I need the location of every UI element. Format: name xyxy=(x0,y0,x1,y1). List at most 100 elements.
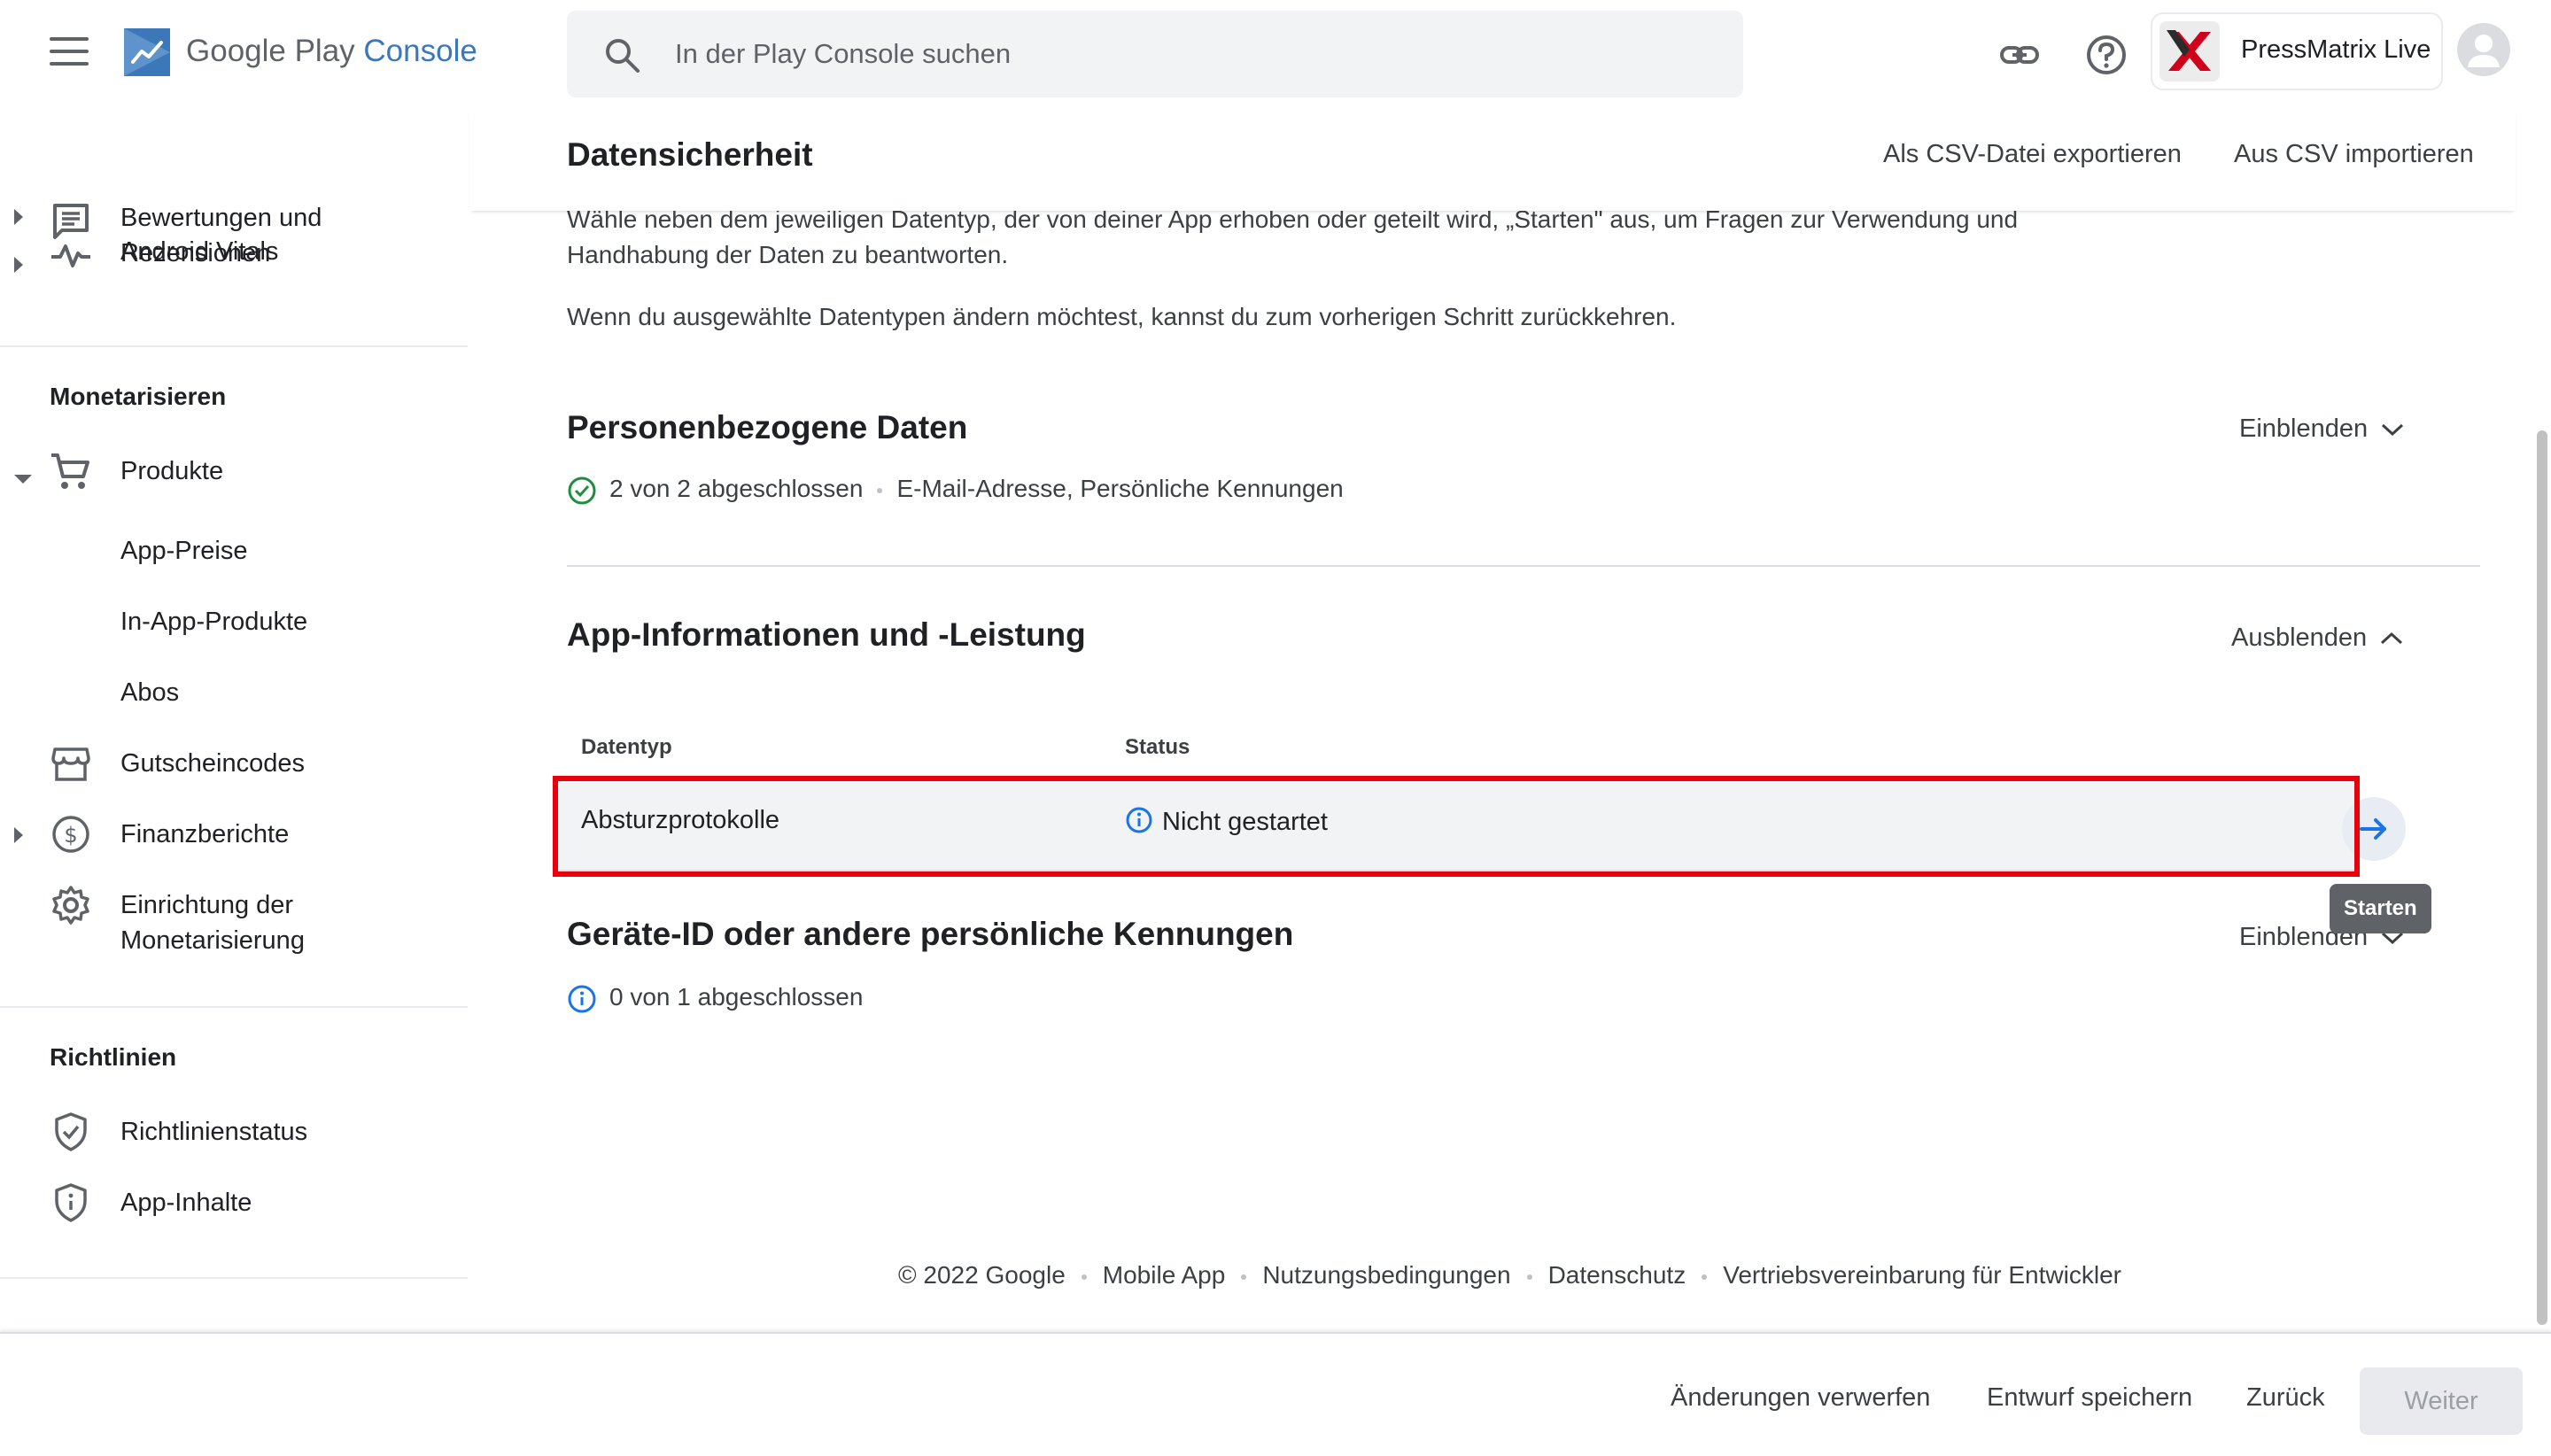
chevron-down-icon xyxy=(2382,424,2404,437)
collapse-app-info-button[interactable]: Ausblenden xyxy=(2231,623,2404,653)
sidebar-subitem-in-app-products[interactable]: In-App-Produkte xyxy=(120,608,307,637)
footer-link-developer-agreement[interactable]: Vertriebsvereinbarung für Entwickler xyxy=(1723,1261,2121,1289)
sidebar-item-label: Richtlinienstatus xyxy=(120,1118,308,1146)
search-icon[interactable] xyxy=(602,35,641,74)
person-icon xyxy=(2468,35,2500,67)
section-heading-policies: Richtlinien xyxy=(50,1043,177,1071)
separator-dot xyxy=(1702,1274,1708,1280)
intro-back-hint: Wenn du ausgewählte Datentypen ändern mö… xyxy=(567,303,1677,330)
link-icon[interactable] xyxy=(1997,32,2043,78)
group-title-app-info: App-Informationen und -Leistung xyxy=(567,616,1086,653)
start-button[interactable] xyxy=(2342,797,2406,861)
sidebar-subitem-subscriptions[interactable]: Abos xyxy=(120,678,179,708)
copyright-text: © 2022 Google xyxy=(898,1261,1066,1289)
check-circle-icon xyxy=(568,476,596,505)
top-app-bar: Google Play Console PressMatrix Live xyxy=(0,0,2551,110)
svg-text:$: $ xyxy=(64,823,77,848)
next-button[interactable]: Weiter xyxy=(2360,1367,2523,1435)
app-logo xyxy=(2159,21,2220,81)
bottom-action-bar: Änderungen verwerfen Entwurf speichern Z… xyxy=(0,1332,2551,1456)
sidebar-divider xyxy=(0,345,468,347)
expand-caret-icon[interactable] xyxy=(14,827,23,843)
search-bar[interactable] xyxy=(567,11,1743,97)
intro-text: Wähle neben dem jeweiligen Datentyp, der… xyxy=(567,205,2019,268)
start-tooltip: Starten xyxy=(2330,884,2431,933)
sidebar-item-monetization-setup[interactable]: Einrichtung der Monetarisierung xyxy=(0,880,469,960)
sidebar-item-label: Android Vitals xyxy=(120,237,279,266)
data-types-text: E-Mail-Adresse, Persönliche Kennungen xyxy=(896,475,1344,502)
help-icon[interactable] xyxy=(2083,32,2129,78)
expand-caret-icon[interactable] xyxy=(14,209,23,225)
sidebar-item-android-vitals[interactable]: Android Vitals xyxy=(0,237,469,322)
device-id-summary: 0 von 1 abgeschlossen xyxy=(567,983,863,1014)
section-heading-monetize: Monetarisieren xyxy=(50,383,227,410)
account-avatar[interactable] xyxy=(2457,23,2510,76)
footer-link-mobile-app[interactable]: Mobile App xyxy=(1103,1261,1226,1289)
search-input[interactable] xyxy=(675,11,1694,97)
store-icon xyxy=(51,747,90,781)
chevron-up-icon xyxy=(2381,632,2403,645)
sidebar-item-label: Gutscheincodes xyxy=(120,749,305,778)
table-row[interactable] xyxy=(558,781,2354,871)
sidebar-subitem-app-pricing[interactable]: App-Preise xyxy=(120,537,247,566)
sidebar-item-ratings[interactable]: Bewertungen und Rezensionen xyxy=(0,154,469,267)
arrow-right-icon xyxy=(2360,818,2386,840)
personal-data-summary: 2 von 2 abgeschlossen E-Mail-Adresse, Per… xyxy=(567,475,1344,506)
footer-link-privacy[interactable]: Datenschutz xyxy=(1548,1261,1686,1289)
progress-text: 2 von 2 abgeschlossen xyxy=(609,475,864,502)
vitals-icon xyxy=(51,244,90,267)
group-title-device-id: Geräte-ID oder andere persönliche Kennun… xyxy=(567,916,1294,952)
page-header: Datensicherheit Als CSV-Datei exportiere… xyxy=(469,110,2516,211)
separator-dot xyxy=(877,487,883,493)
sidebar-item-products[interactable]: Produkte xyxy=(0,446,469,500)
page-title: Datensicherheit xyxy=(567,136,813,173)
save-draft-button[interactable]: Entwurf speichern xyxy=(1987,1383,2192,1413)
scrollbar-thumb[interactable] xyxy=(2537,430,2547,1325)
status-cell: Nicht gestartet xyxy=(1125,806,1328,837)
column-header-data-type: Datentyp xyxy=(581,735,672,759)
dollar-circle-icon: $ xyxy=(52,816,89,853)
toggle-label: Einblenden xyxy=(2239,414,2369,443)
sidebar-divider xyxy=(0,1006,468,1008)
toggle-label: Ausblenden xyxy=(2231,623,2368,652)
progress-text: 0 von 1 abgeschlossen xyxy=(609,983,864,1011)
gear-icon xyxy=(52,886,89,925)
expand-caret-icon[interactable] xyxy=(14,257,23,273)
group-divider xyxy=(567,565,2480,567)
cart-icon xyxy=(51,453,89,489)
sidebar-item-label: Produkte xyxy=(120,457,224,485)
import-csv-button[interactable]: Aus CSV importieren xyxy=(2234,140,2474,169)
column-header-status: Status xyxy=(1125,735,1190,759)
export-csv-button[interactable]: Als CSV-Datei exportieren xyxy=(1883,140,2182,169)
footer-link-terms[interactable]: Nutzungsbedingungen xyxy=(1262,1261,1510,1289)
product-name-prefix: Google Play xyxy=(186,34,364,68)
sidebar-item-label: Einrichtung der Monetarisierung xyxy=(120,891,305,955)
sidebar-item-financial-reports[interactable]: $ Finanzberichte xyxy=(0,801,469,863)
sidebar-item-app-content[interactable]: App-Inhalte xyxy=(0,1178,469,1231)
shield-info-icon xyxy=(55,1183,87,1222)
sidebar-item-promo-codes[interactable]: Gutscheincodes xyxy=(0,730,469,792)
sidebar-item-policy-status[interactable]: Richtlinienstatus xyxy=(0,1107,469,1160)
main-content: Datensicherheit Als CSV-Datei exportiere… xyxy=(469,110,2551,1332)
app-name: PressMatrix Live xyxy=(2241,35,2431,64)
sidebar-divider xyxy=(0,1277,468,1279)
discard-changes-button[interactable]: Änderungen verwerfen xyxy=(1671,1383,1930,1413)
sidebar-item-label: App-Inhalte xyxy=(120,1189,252,1217)
shield-check-icon xyxy=(55,1112,87,1151)
expand-personal-data-button[interactable]: Einblenden xyxy=(2239,414,2405,444)
info-icon xyxy=(1126,807,1152,833)
play-console-logo[interactable] xyxy=(120,25,174,80)
separator-dot xyxy=(1081,1274,1087,1280)
status-text: Nicht gestartet xyxy=(1162,808,1328,836)
product-name[interactable]: Google Play Console xyxy=(186,34,477,69)
footer-links: © 2022 Google Mobile App Nutzungsbedingung… xyxy=(898,1261,2121,1289)
product-name-suffix: Console xyxy=(363,34,477,68)
sidebar-nav: Bewertungen und Rezensionen Android Vita… xyxy=(0,110,469,1332)
data-type-cell: Absturzprotokolle xyxy=(581,806,780,834)
app-switcher[interactable]: PressMatrix Live xyxy=(2151,12,2443,90)
group-title-personal-data: Personenbezogene Daten xyxy=(567,409,968,445)
collapse-caret-icon[interactable] xyxy=(14,475,32,484)
hamburger-menu-icon[interactable] xyxy=(50,37,89,73)
back-button[interactable]: Zurück xyxy=(2246,1383,2325,1413)
separator-dot xyxy=(1526,1274,1532,1280)
